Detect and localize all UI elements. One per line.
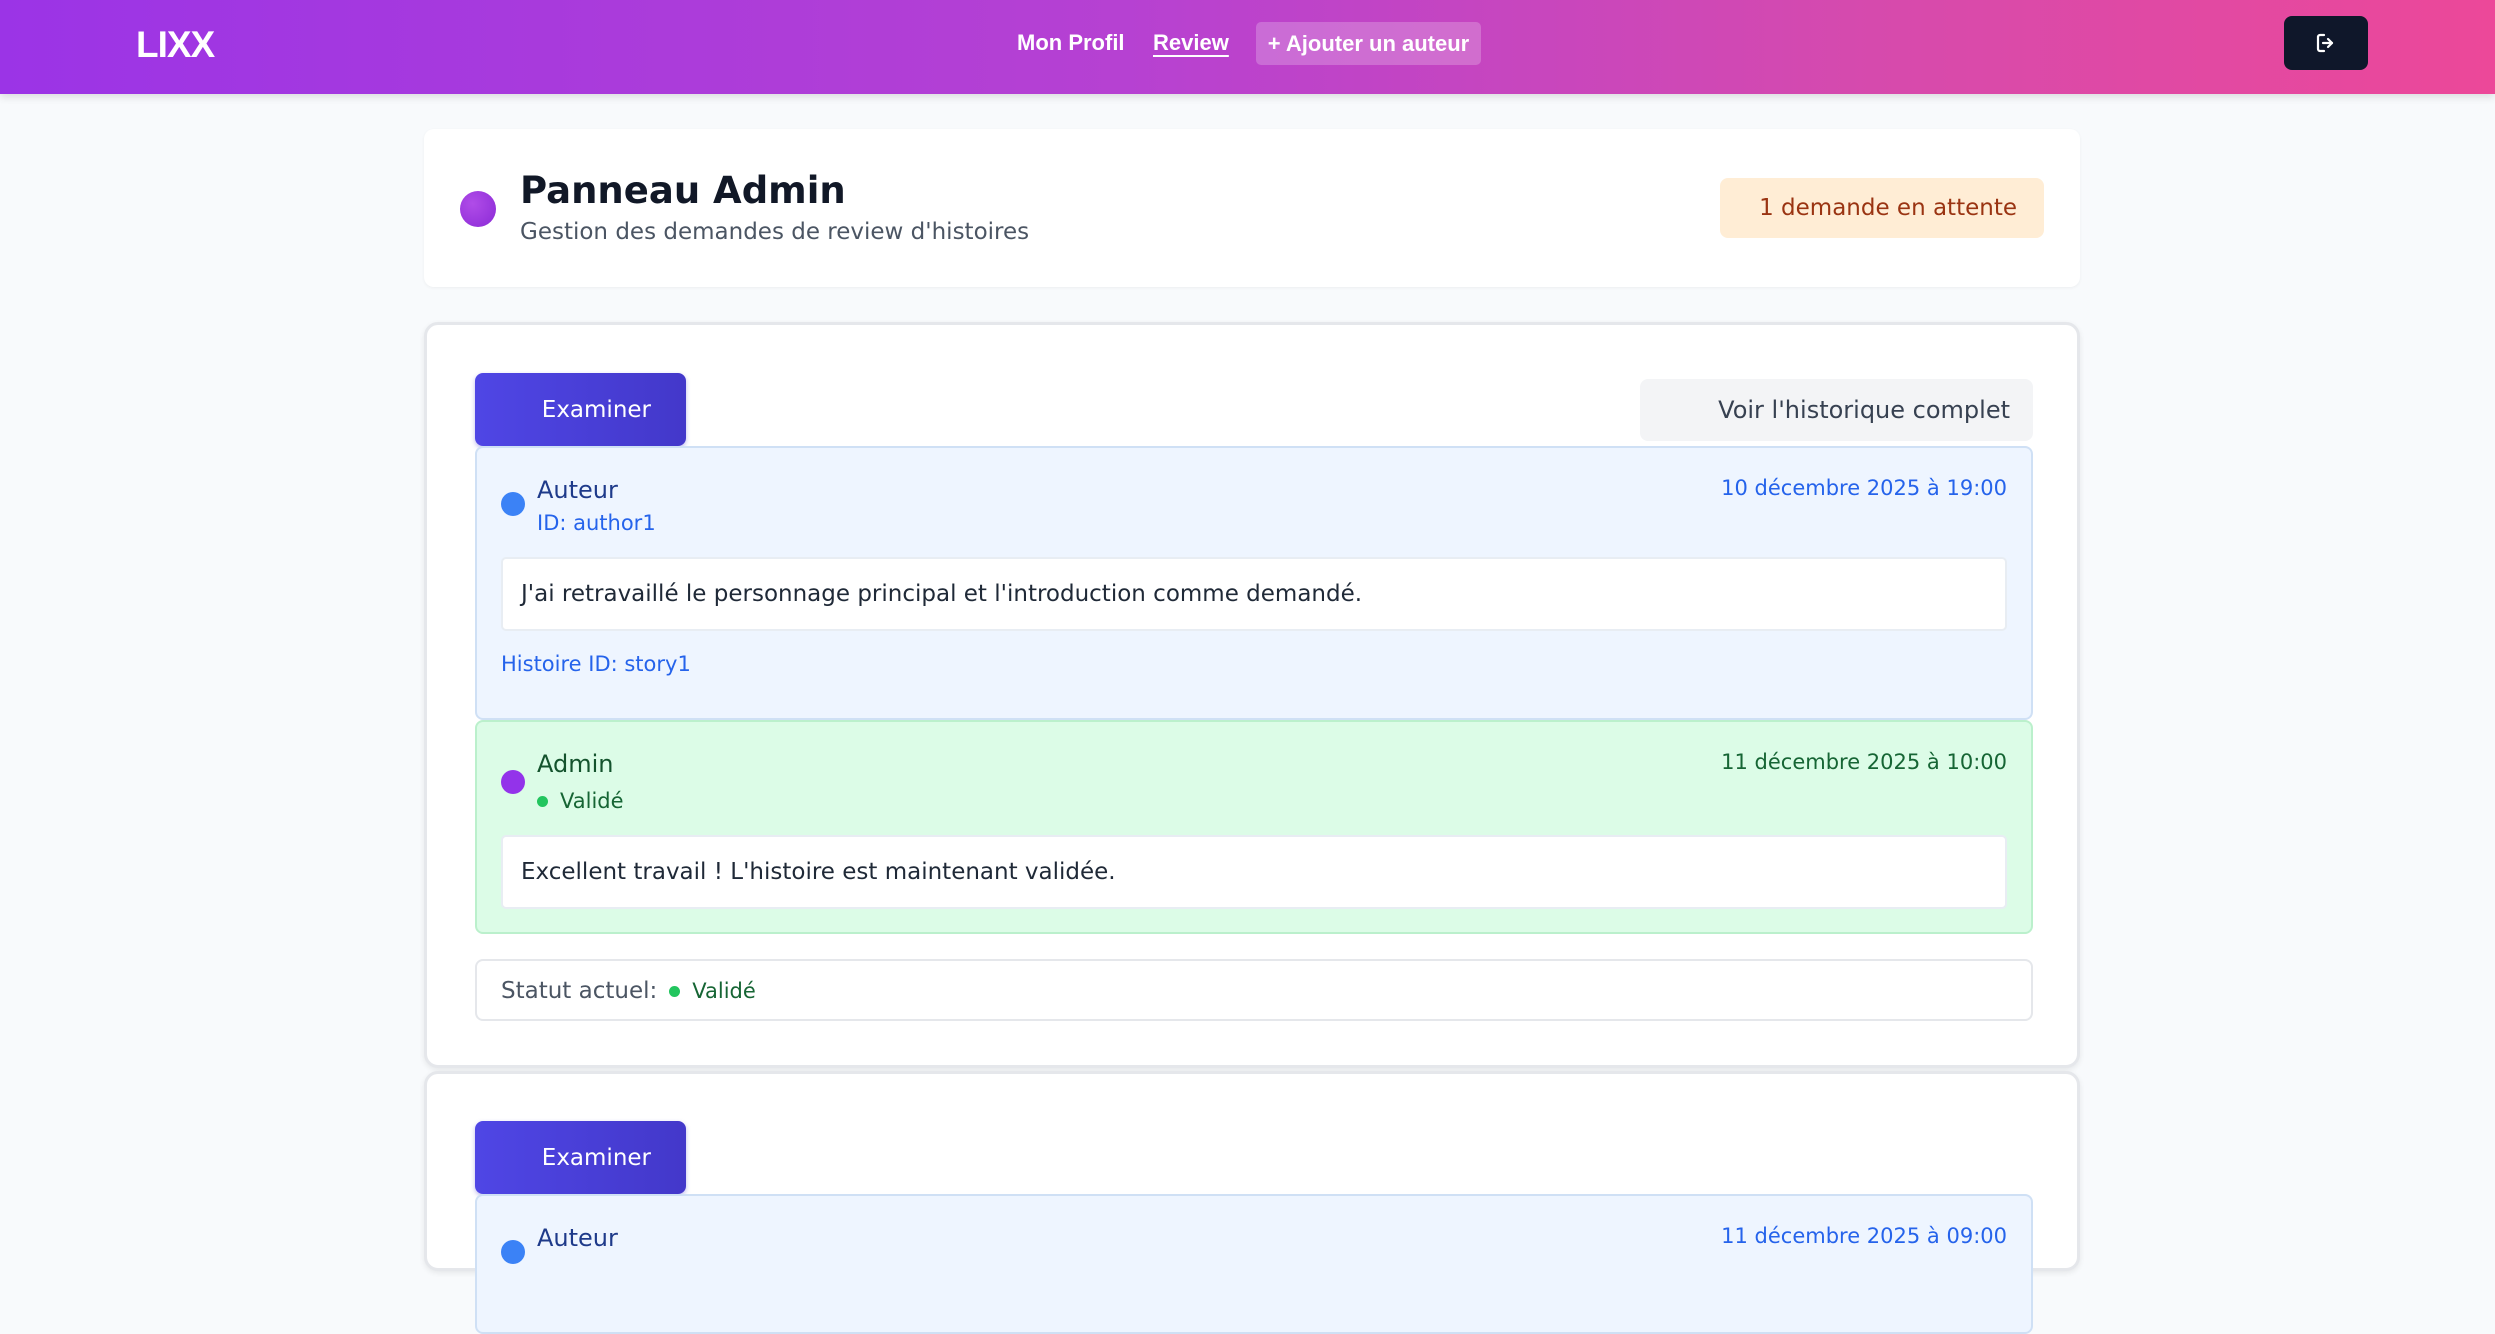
author-role-label: Auteur <box>537 476 618 504</box>
page-title: Panneau Admin <box>520 169 846 212</box>
validated-dot-icon <box>669 985 681 997</box>
admin-status-label: Validé <box>560 789 624 813</box>
admin-status: Validé <box>537 789 624 813</box>
author-message-date: 10 décembre 2025 à 19:00 <box>1721 476 2007 500</box>
review-card: Examiner Auteur 11 décembre 2025 à 09:00 <box>424 1071 2080 1334</box>
current-status: Statut actuel: Validé <box>501 978 756 1004</box>
admin-role-label: Admin <box>537 750 614 778</box>
author-message-body: J'ai retravaillé le personnage principal… <box>501 557 2007 631</box>
logout-button[interactable] <box>2284 16 2368 70</box>
logout-icon <box>2316 33 2334 53</box>
story-id: Histoire ID: story1 <box>501 652 691 676</box>
add-author-button[interactable]: + Ajouter un auteur <box>1256 22 1481 65</box>
top-navbar: LIXX Mon Profil Review + Ajouter un aute… <box>0 0 2495 94</box>
admin-message-body: Excellent travail ! L'histoire est maint… <box>501 835 2007 909</box>
author-message: Auteur ID: author1 10 décembre 2025 à 19… <box>475 446 2033 720</box>
validated-dot-icon <box>537 795 548 807</box>
author-dot-icon <box>501 1240 525 1264</box>
examine-button[interactable]: Examiner <box>475 373 686 446</box>
current-status-label: Statut actuel: <box>501 978 658 1004</box>
admin-dot-icon <box>460 191 496 227</box>
view-full-history-button[interactable]: Voir l'historique complet <box>1640 379 2033 441</box>
author-message: Auteur 11 décembre 2025 à 09:00 <box>475 1194 2033 1334</box>
author-role-label: Auteur <box>537 1224 618 1252</box>
author-id: ID: author1 <box>537 511 656 535</box>
nav-link-review[interactable]: Review <box>1153 30 1229 56</box>
nav-link-profile[interactable]: Mon Profil <box>1017 30 1125 56</box>
app-logo[interactable]: LIXX <box>136 24 215 66</box>
page-subtitle: Gestion des demandes de review d'histoir… <box>520 219 1030 245</box>
author-dot-icon <box>501 492 525 516</box>
author-message-date: 11 décembre 2025 à 09:00 <box>1721 1224 2007 1248</box>
admin-message: Admin Validé 11 décembre 2025 à 10:00 Ex… <box>475 720 2033 934</box>
examine-button[interactable]: Examiner <box>475 1121 686 1194</box>
current-status-bar: Statut actuel: Validé <box>475 959 2033 1021</box>
admin-dot-icon <box>501 770 525 794</box>
admin-message-date: 11 décembre 2025 à 10:00 <box>1721 750 2007 774</box>
admin-header-card: Panneau Admin Gestion des demandes de re… <box>424 129 2080 287</box>
current-status-value: Validé <box>692 979 756 1003</box>
review-card: Examiner Voir l'historique complet Auteu… <box>424 322 2080 1068</box>
pending-requests-badge: 1 demande en attente <box>1720 178 2044 238</box>
